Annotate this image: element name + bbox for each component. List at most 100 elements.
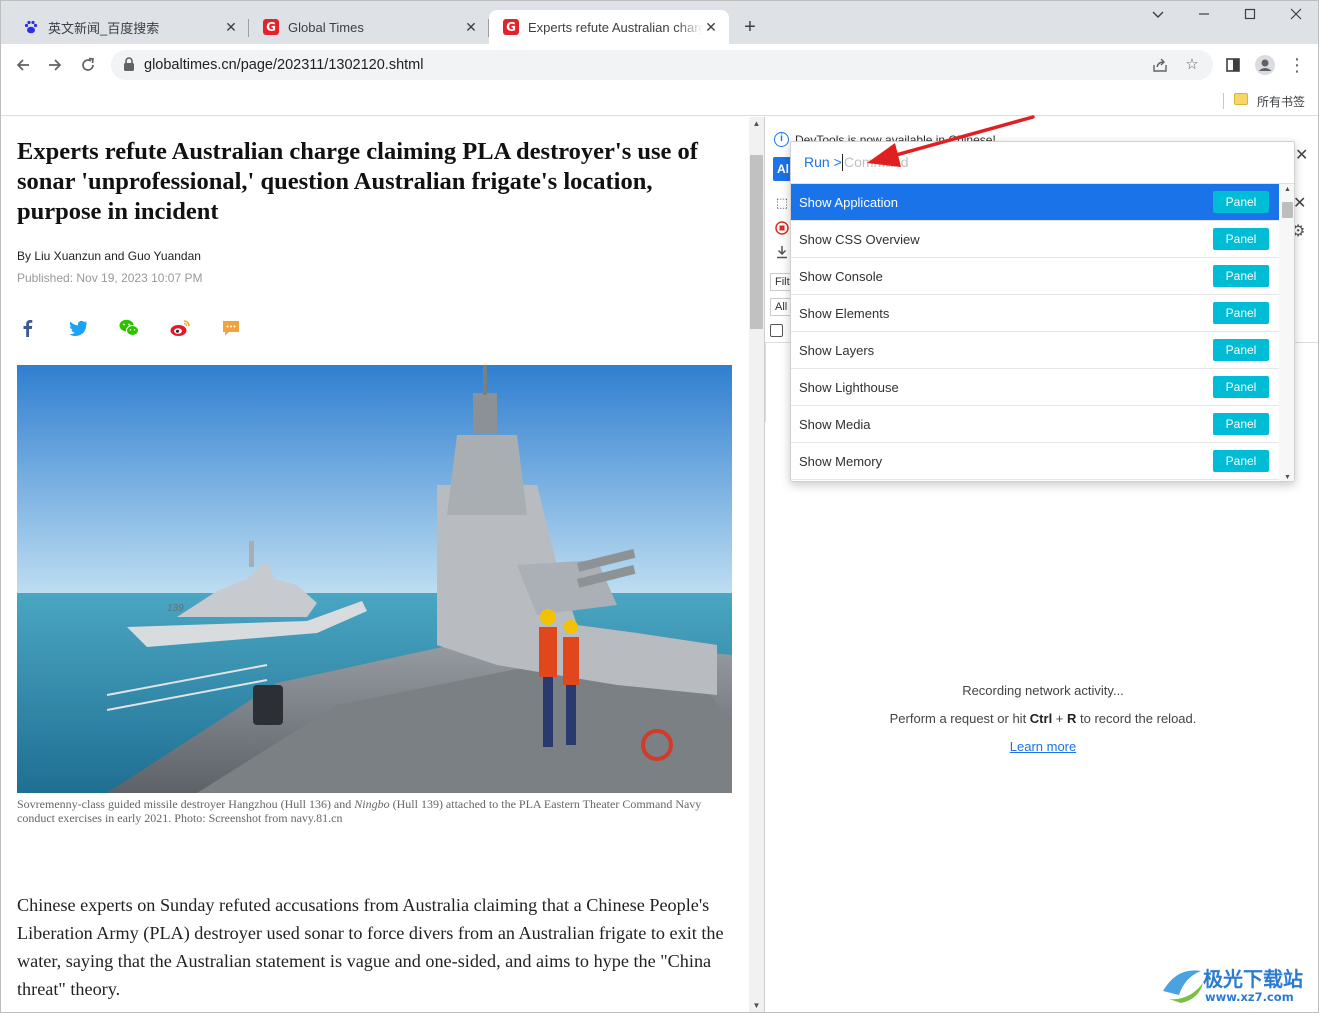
facebook-icon[interactable] — [17, 317, 39, 339]
scroll-down-arrow-icon[interactable]: ▼ — [1279, 474, 1294, 481]
close-tab-icon[interactable]: ✕ — [703, 19, 719, 36]
panel-badge: Panel — [1213, 228, 1269, 250]
twitter-icon[interactable] — [67, 317, 89, 339]
command-item-show-elements[interactable]: Show Elements Panel — [791, 295, 1279, 332]
weibo-icon[interactable] — [169, 317, 191, 339]
address-bar[interactable]: globaltimes.cn/page/202311/1302120.shtml… — [111, 50, 1213, 80]
hint-plus: + — [1052, 711, 1068, 726]
learn-more-link[interactable]: Learn more — [765, 739, 1318, 754]
command-item-show-css-overview[interactable]: Show CSS Overview Panel — [791, 221, 1279, 258]
inspect-element-icon[interactable]: ⬚ — [774, 195, 790, 211]
globaltimes-g-icon: G — [263, 19, 279, 35]
comment-icon[interactable] — [220, 317, 242, 339]
close-devtools-icon[interactable]: ✕ — [1293, 193, 1306, 213]
watermark-url: www.xz7.com — [1205, 990, 1294, 1004]
info-icon: i — [774, 132, 789, 147]
baidu-paw-icon — [24, 20, 38, 34]
hint-text: Perform a request or hit — [889, 711, 1030, 726]
command-prefix: Run > — [804, 154, 842, 170]
command-item-show-application[interactable]: Show Application Panel — [791, 184, 1279, 221]
back-arrow-icon[interactable] — [11, 53, 35, 77]
import-har-icon[interactable] — [774, 245, 790, 261]
panel-badge: Panel — [1213, 413, 1269, 435]
command-item-show-console[interactable]: Show Console Panel — [791, 258, 1279, 295]
more-menu-icon[interactable]: ⋮ — [1285, 53, 1309, 77]
command-label: Show Console — [799, 269, 883, 284]
maximize-icon[interactable] — [1235, 7, 1265, 27]
all-bookmarks-label[interactable]: 所有书签 — [1257, 93, 1305, 110]
filter-all-button[interactable]: All — [770, 298, 792, 316]
folder-icon[interactable] — [1234, 93, 1248, 105]
filter-input[interactable]: Filt — [770, 273, 792, 291]
watermark-name: 极光下载站 — [1203, 967, 1303, 991]
network-recording-status: Recording network activity... — [962, 683, 1124, 698]
command-item-show-memory[interactable]: Show Memory Panel — [791, 443, 1279, 480]
article-page: Experts refute Australian charge claimin… — [1, 117, 749, 1012]
command-item-show-lighthouse[interactable]: Show Lighthouse Panel — [791, 369, 1279, 406]
forward-arrow-icon[interactable] — [43, 53, 67, 77]
svg-text:139: 139 — [167, 603, 184, 614]
panel-badge: Panel — [1213, 191, 1269, 213]
command-label: Show Elements — [799, 306, 890, 321]
browser-toolbar: globaltimes.cn/page/202311/1302120.shtml… — [1, 44, 1318, 86]
command-placeholder: Command — [844, 154, 909, 170]
command-label: Show Application — [799, 195, 899, 210]
lock-icon — [124, 57, 134, 71]
command-item-show-layers[interactable]: Show Layers Panel — [791, 332, 1279, 369]
bookmark-star-icon[interactable]: ☆ — [1182, 55, 1202, 75]
globaltimes-g-icon: G — [503, 19, 519, 35]
panel-badge: Panel — [1213, 376, 1269, 398]
panel-badge: Panel — [1213, 265, 1269, 287]
tab-baidu[interactable]: 英文新闻_百度搜索 ✕ — [9, 10, 249, 44]
photo-caption: Sovremenny-class guided missile destroye… — [17, 797, 733, 825]
command-label: Show Media — [799, 417, 871, 432]
article-byline: By Liu Xuanzun and Guo Yuandan — [17, 249, 201, 263]
command-list-scrollbar[interactable]: ▲ ▼ — [1279, 184, 1294, 481]
command-item-show-media[interactable]: Show Media Panel — [791, 406, 1279, 443]
new-tab-plus-icon[interactable]: + — [739, 16, 761, 38]
command-label: Show Memory — [799, 454, 883, 469]
tab-title: Experts refute Australian charge claimin… — [528, 19, 703, 35]
tab-title: Global Times — [288, 19, 364, 35]
network-reload-hint: Perform a request or hit Ctrl + R to rec… — [765, 711, 1318, 726]
article-headline: Experts refute Australian charge claimin… — [17, 138, 698, 225]
reload-icon[interactable] — [76, 53, 100, 77]
hint-text: to record the reload. — [1076, 711, 1197, 726]
panel-badge: Panel — [1213, 339, 1269, 361]
bookmarks-separator — [1223, 93, 1224, 109]
scrollbar-thumb[interactable] — [1282, 202, 1293, 218]
devtools-divider — [765, 342, 766, 422]
command-label: Show CSS Overview — [799, 232, 920, 247]
command-input[interactable]: Run > Command — [791, 142, 1294, 184]
url-text: globaltimes.cn/page/202311/1302120.shtml — [144, 57, 424, 73]
panel-badge: Panel — [1213, 302, 1269, 324]
profile-avatar-icon[interactable] — [1253, 53, 1277, 77]
close-tab-icon[interactable]: ✕ — [463, 19, 479, 36]
side-panel-icon[interactable] — [1221, 53, 1245, 77]
scroll-up-arrow-icon[interactable]: ▲ — [1279, 186, 1294, 193]
scrollbar-thumb[interactable] — [750, 155, 763, 329]
tab-global-times[interactable]: G Global Times ✕ — [249, 10, 489, 44]
tab-search-chevron-icon[interactable] — [1143, 7, 1173, 27]
record-stop-icon[interactable] — [774, 221, 790, 237]
close-infobar-icon[interactable]: ✕ — [1295, 145, 1308, 165]
text-caret — [842, 154, 843, 171]
hint-key-r: R — [1067, 711, 1077, 726]
browser-window: 英文新闻_百度搜索 ✕ G Global Times ✕ G Experts r… — [0, 0, 1319, 1013]
page-scrollbar[interactable]: ▲ ▼ — [749, 117, 764, 1012]
wechat-icon[interactable] — [118, 317, 140, 339]
scroll-down-arrow-icon[interactable]: ▼ — [749, 1001, 764, 1010]
scroll-up-arrow-icon[interactable]: ▲ — [749, 119, 764, 128]
caption-ship-name: Ningbo — [354, 797, 390, 811]
publish-date: Published: Nov 19, 2023 10:07 PM — [17, 271, 203, 285]
share-page-icon[interactable] — [1150, 55, 1170, 75]
tab-article-active[interactable]: G Experts refute Australian charge claim… — [489, 10, 729, 44]
minimize-icon[interactable] — [1189, 7, 1219, 27]
hint-key-ctrl: Ctrl — [1029, 711, 1053, 726]
close-window-icon[interactable] — [1281, 7, 1311, 27]
filter-checkbox[interactable] — [770, 324, 783, 337]
command-label: Show Layers — [799, 343, 875, 358]
close-tab-icon[interactable]: ✕ — [223, 19, 239, 36]
bookmarks-bar: 所有书签 — [1, 86, 1318, 116]
command-menu: Run > Command Show Application Panel Show… — [790, 141, 1295, 482]
